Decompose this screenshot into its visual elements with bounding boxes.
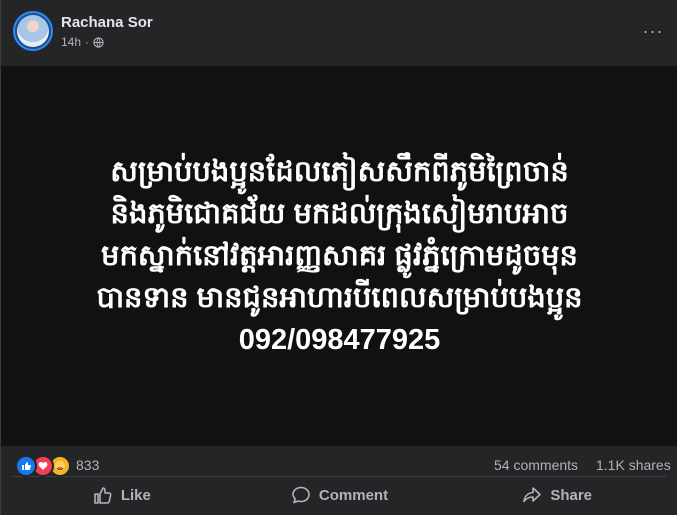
avatar-image: [17, 15, 49, 47]
share-count[interactable]: 1.1K shares: [596, 457, 671, 473]
thumbs-up-icon: [94, 487, 112, 504]
post-meta: 14h ·: [61, 35, 104, 49]
post-phone-number: 092/098477925: [238, 324, 441, 356]
share-label: Share: [550, 486, 593, 504]
globe-icon[interactable]: [93, 36, 104, 48]
like-button[interactable]: Like: [13, 478, 231, 512]
more-options-icon[interactable]: ···: [639, 20, 667, 42]
post-text-line: និងភូមិជោគជ័យ មកដល់ក្រុងសៀមរាបអាច: [110, 198, 569, 230]
meta-separator: ·: [85, 35, 90, 49]
like-label: Like: [120, 486, 151, 504]
actions-divider: [13, 476, 666, 477]
comment-button[interactable]: Comment: [231, 478, 449, 512]
reaction-count[interactable]: 833: [76, 457, 99, 473]
share-icon: [523, 487, 542, 503]
reaction-icons[interactable]: [15, 455, 71, 477]
post-time[interactable]: 14h: [61, 35, 81, 49]
post-text-line: សម្រាប់បងប្អូនដែលភៀសសឹកពីភូមិព្រៃចាន់: [110, 156, 569, 188]
comment-icon: [292, 486, 310, 504]
post-text-line: បានទាន មានជូនអាហារបីពេលសម្រាប់បងប្អូន: [96, 282, 583, 314]
post-header: Rachana Sor 14h · ···: [1, 0, 677, 66]
author-avatar[interactable]: [13, 11, 53, 51]
share-button[interactable]: Share: [448, 478, 666, 512]
post-card: Rachana Sor 14h · ··· សម្រាប់បងប្អូនដែលភ…: [0, 0, 677, 515]
like-icon: [15, 455, 37, 477]
post-text-line: មកស្នាក់នៅវត្តអារញ្ញសាគរ ផ្លូវភ្នំក្រោមដ…: [101, 240, 578, 272]
comment-label: Comment: [318, 486, 389, 504]
comment-count[interactable]: 54 comments: [494, 457, 578, 473]
post-actions: Like Comment Share: [13, 478, 666, 512]
author-name[interactable]: Rachana Sor: [61, 14, 153, 31]
post-body: សម្រាប់បងប្អូនដែលភៀសសឹកពីភូមិព្រៃចាន់ និ…: [1, 66, 677, 446]
